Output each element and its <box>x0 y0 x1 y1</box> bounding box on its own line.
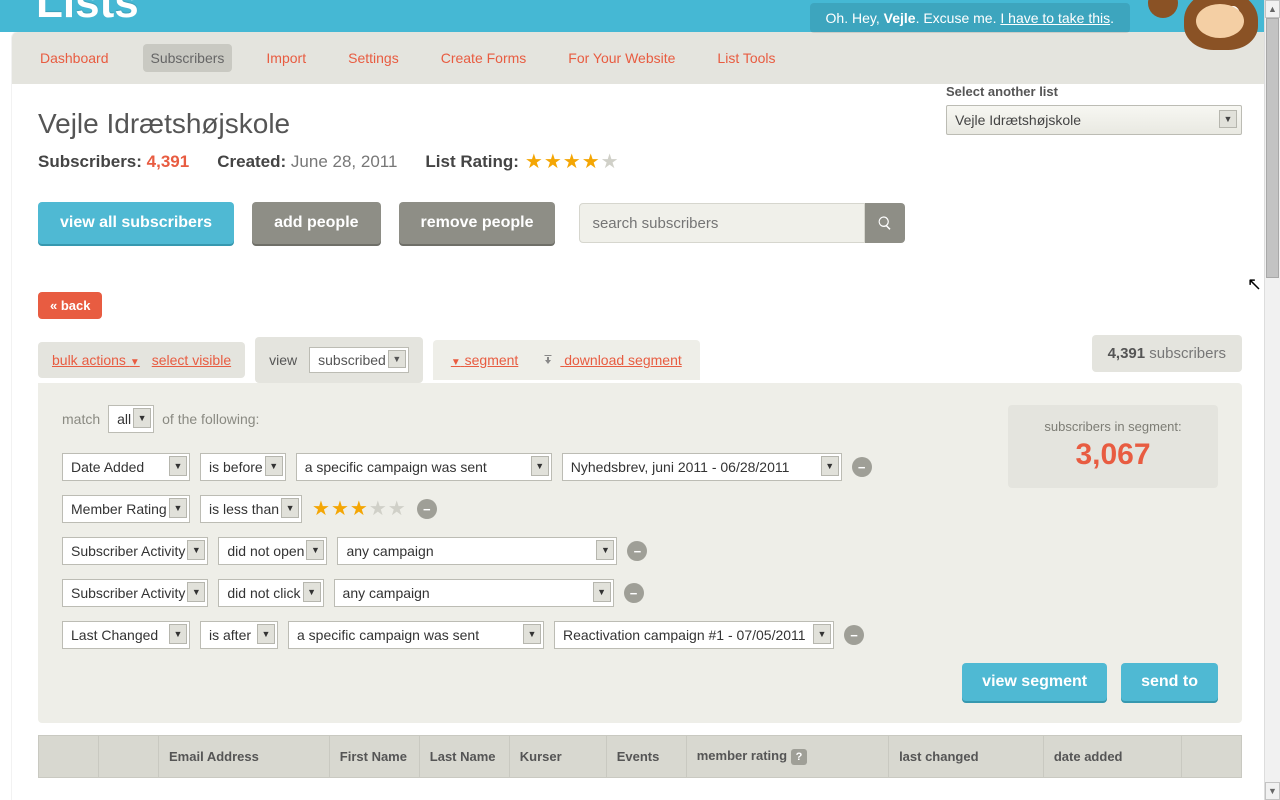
match-mode-select[interactable]: all▼ <box>108 405 154 433</box>
remove-condition-button[interactable]: − <box>844 625 864 645</box>
remove-condition-button[interactable]: − <box>417 499 437 519</box>
help-icon[interactable]: ? <box>791 749 807 765</box>
chevron-down-icon: ▼ <box>130 357 140 368</box>
subscriber-count: 4,391 <box>147 152 190 171</box>
condition-val2-select[interactable]: Reactivation campaign #1 - 07/05/2011▼ <box>554 621 834 649</box>
condition-val2-select[interactable]: Nyhedsbrev, juni 2011 - 06/28/2011▼ <box>562 453 842 481</box>
condition-val1-select[interactable]: any campaign▼ <box>334 579 614 607</box>
condition-op-select[interactable]: is before▼ <box>200 453 286 481</box>
chevron-down-icon: ▼ <box>388 350 406 368</box>
condition-field-select[interactable]: Date Added▼ <box>62 453 190 481</box>
remove-condition-button[interactable]: − <box>852 457 872 477</box>
back-button[interactable]: « back <box>38 292 102 319</box>
remove-condition-button[interactable]: − <box>627 541 647 561</box>
condition-op-select[interactable]: did not click▼ <box>218 579 323 607</box>
condition-row: Subscriber Activity▼ did not click▼ any … <box>62 579 1218 607</box>
tab-settings[interactable]: Settings <box>340 44 407 72</box>
bulk-actions-pill: bulk actions ▼ select visible <box>38 342 245 378</box>
scrollbar-thumb[interactable] <box>1266 18 1279 278</box>
tab-subscribers[interactable]: Subscribers <box>143 44 233 72</box>
condition-row: Subscriber Activity▼ did not open▼ any c… <box>62 537 1218 565</box>
list-rating-stars: ★★★★★ <box>525 152 620 172</box>
subscriber-total-badge: 4,391 subscribers <box>1092 335 1242 372</box>
condition-row: Last Changed▼ is after▼ a specific campa… <box>62 621 1218 649</box>
view-segment-button[interactable]: view segment <box>962 663 1107 701</box>
rating-stars-input[interactable]: ★★★★★ <box>312 499 407 519</box>
condition-op-select[interactable]: is less than▼ <box>200 495 302 523</box>
tab-list-tools[interactable]: List Tools <box>709 44 783 72</box>
condition-row: Member Rating▼ is less than▼ ★★★★★ − <box>62 495 1218 523</box>
tab-import[interactable]: Import <box>258 44 314 72</box>
tab-for-your-website[interactable]: For Your Website <box>560 44 683 72</box>
select-another-list-label: Select another list <box>946 84 1242 99</box>
condition-field-select[interactable]: Member Rating▼ <box>62 495 190 523</box>
download-icon <box>540 355 556 367</box>
col-events[interactable]: Events <box>606 736 686 778</box>
col-checkbox[interactable] <box>39 736 99 778</box>
take-this-link[interactable]: I have to take this <box>1000 10 1110 26</box>
search-button[interactable] <box>865 203 905 243</box>
col-last-changed[interactable]: last changed <box>889 736 1044 778</box>
vertical-scrollbar[interactable]: ▲ ▼ <box>1264 0 1280 800</box>
view-all-subscribers-button[interactable]: view all subscribers <box>38 202 234 244</box>
remove-condition-button[interactable]: − <box>624 583 644 603</box>
remove-people-button[interactable]: remove people <box>399 202 556 244</box>
condition-val1-select[interactable]: a specific campaign was sent▼ <box>296 453 552 481</box>
view-filter-select[interactable]: subscribed ▼ <box>309 347 409 373</box>
segment-count-number: 3,067 <box>1018 438 1208 472</box>
page-section-title: Lists <box>36 0 139 28</box>
tab-dashboard[interactable]: Dashboard <box>32 44 117 72</box>
chevron-down-icon: ▼ <box>133 408 151 428</box>
condition-val1-select[interactable]: any campaign▼ <box>337 537 617 565</box>
download-segment-link[interactable]: download segment <box>540 352 681 368</box>
condition-val1-select[interactable]: a specific campaign was sent▼ <box>288 621 544 649</box>
condition-field-select[interactable]: Last Changed▼ <box>62 621 190 649</box>
segment-count-box: subscribers in segment: 3,067 <box>1008 405 1218 488</box>
select-another-list: Select another list Vejle Idrætshøjskole… <box>946 84 1242 135</box>
col-member-rating[interactable]: member rating? <box>686 736 888 778</box>
search-icon <box>877 215 893 231</box>
col-actions <box>1182 736 1242 778</box>
segment-builder-panel: subscribers in segment: 3,067 match all▼… <box>38 383 1242 723</box>
col-last-name[interactable]: Last Name <box>419 736 509 778</box>
col-first-name[interactable]: First Name <box>329 736 419 778</box>
col-date-added[interactable]: date added <box>1043 736 1181 778</box>
tab-create-forms[interactable]: Create Forms <box>433 44 535 72</box>
greeting-bubble: Oh. Hey, Vejle. Excuse me. I have to tak… <box>810 3 1130 33</box>
col-kurser[interactable]: Kurser <box>509 736 606 778</box>
select-visible-link[interactable]: select visible <box>152 352 231 368</box>
chevron-down-icon: ▼ <box>451 357 461 368</box>
col-email[interactable]: Email Address <box>159 736 330 778</box>
condition-field-select[interactable]: Subscriber Activity▼ <box>62 579 208 607</box>
scroll-down-button[interactable]: ▼ <box>1265 782 1280 800</box>
search-subscribers-input[interactable] <box>579 203 865 243</box>
condition-field-select[interactable]: Subscriber Activity▼ <box>62 537 208 565</box>
send-to-button[interactable]: send to <box>1121 663 1218 701</box>
segment-tab: ▼ segment download segment <box>433 340 700 380</box>
subscribers-table: Email Address First Name Last Name Kurse… <box>38 735 1242 778</box>
condition-op-select[interactable]: is after▼ <box>200 621 278 649</box>
list-select-dropdown[interactable]: Vejle Idrætshøjskole ▼ <box>946 105 1242 135</box>
bulk-actions-link[interactable]: bulk actions ▼ <box>52 352 140 368</box>
chevron-down-icon: ▼ <box>1219 110 1237 128</box>
list-meta: Subscribers: 4,391 Created: June 28, 201… <box>38 152 1242 172</box>
view-pill: view subscribed ▼ <box>255 337 423 383</box>
col-star[interactable] <box>99 736 159 778</box>
scroll-up-button[interactable]: ▲ <box>1265 0 1280 18</box>
add-people-button[interactable]: add people <box>252 202 380 244</box>
top-banner: Lists Oh. Hey, Vejle. Excuse me. I have … <box>0 0 1280 32</box>
mascot-monkey-icon <box>1158 0 1258 32</box>
condition-op-select[interactable]: did not open▼ <box>218 537 327 565</box>
tab-navigation: Dashboard Subscribers Import Settings Cr… <box>12 32 1268 84</box>
segment-link[interactable]: ▼ segment <box>451 352 519 368</box>
